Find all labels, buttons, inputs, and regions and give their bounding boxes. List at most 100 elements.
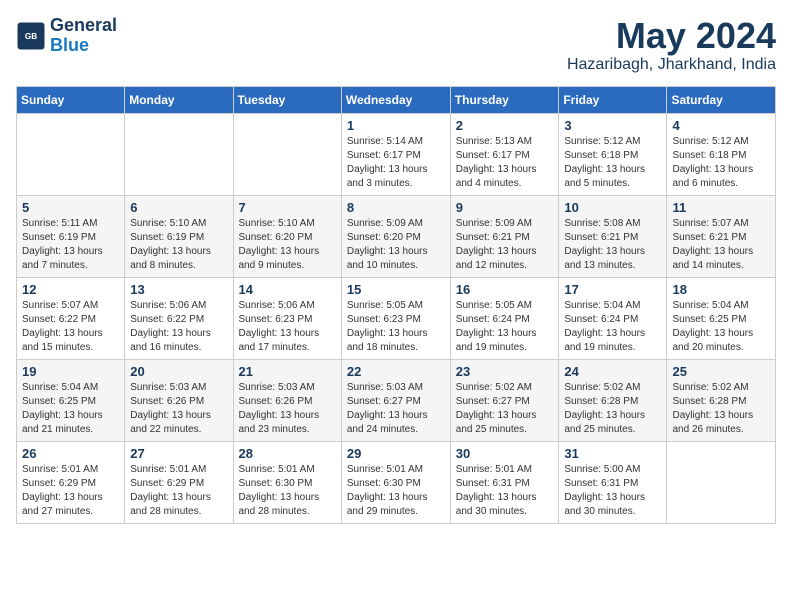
day-info: Sunrise: 5:07 AMSunset: 6:21 PMDaylight:…	[672, 217, 770, 273]
day-info: Sunrise: 5:12 AMSunset: 6:18 PMDaylight:…	[564, 135, 661, 191]
day-number: 24	[564, 364, 661, 379]
day-number: 20	[130, 364, 227, 379]
day-number: 16	[456, 282, 554, 297]
day-number: 31	[564, 446, 661, 461]
svg-text:GB: GB	[25, 32, 37, 41]
calendar-cell: 3 Sunrise: 5:12 AMSunset: 6:18 PMDaylight…	[559, 113, 667, 195]
day-number: 5	[22, 200, 119, 215]
day-info: Sunrise: 5:05 AMSunset: 6:24 PMDaylight:…	[456, 299, 554, 355]
day-info: Sunrise: 5:02 AMSunset: 6:27 PMDaylight:…	[456, 381, 554, 437]
day-number: 19	[22, 364, 119, 379]
day-number: 13	[130, 282, 227, 297]
title-area: May 2024 Hazaribagh, Jharkhand, India	[567, 16, 776, 74]
location-title: Hazaribagh, Jharkhand, India	[567, 56, 776, 74]
day-info: Sunrise: 5:04 AMSunset: 6:25 PMDaylight:…	[672, 299, 770, 355]
day-number: 8	[347, 200, 445, 215]
day-info: Sunrise: 5:00 AMSunset: 6:31 PMDaylight:…	[564, 463, 661, 519]
calendar-cell	[17, 113, 125, 195]
calendar-week-4: 19 Sunrise: 5:04 AMSunset: 6:25 PMDayligh…	[17, 359, 776, 441]
day-info: Sunrise: 5:01 AMSunset: 6:29 PMDaylight:…	[130, 463, 227, 519]
day-number: 15	[347, 282, 445, 297]
day-number: 27	[130, 446, 227, 461]
calendar-cell: 22 Sunrise: 5:03 AMSunset: 6:27 PMDayligh…	[341, 359, 450, 441]
day-header-wednesday: Wednesday	[341, 86, 450, 113]
calendar-cell: 28 Sunrise: 5:01 AMSunset: 6:30 PMDayligh…	[233, 441, 341, 523]
day-number: 10	[564, 200, 661, 215]
day-info: Sunrise: 5:03 AMSunset: 6:26 PMDaylight:…	[130, 381, 227, 437]
day-info: Sunrise: 5:03 AMSunset: 6:27 PMDaylight:…	[347, 381, 445, 437]
calendar-cell: 25Sunrise: 5:02 AMSunset: 6:28 PMDayligh…	[667, 359, 776, 441]
day-info: Sunrise: 5:01 AMSunset: 6:30 PMDaylight:…	[347, 463, 445, 519]
day-number: 21	[239, 364, 336, 379]
calendar-week-2: 5 Sunrise: 5:11 AMSunset: 6:19 PMDaylight…	[17, 195, 776, 277]
month-title: May 2024	[567, 16, 776, 56]
day-number: 14	[239, 282, 336, 297]
day-header-tuesday: Tuesday	[233, 86, 341, 113]
calendar-cell: 18 Sunrise: 5:04 AMSunset: 6:25 PMDayligh…	[667, 277, 776, 359]
day-header-sunday: Sunday	[17, 86, 125, 113]
calendar-header-row: SundayMondayTuesdayWednesdayThursdayFrid…	[17, 86, 776, 113]
calendar-cell: 14 Sunrise: 5:06 AMSunset: 6:23 PMDayligh…	[233, 277, 341, 359]
calendar-cell: 16 Sunrise: 5:05 AMSunset: 6:24 PMDayligh…	[450, 277, 559, 359]
day-info: Sunrise: 5:05 AMSunset: 6:23 PMDaylight:…	[347, 299, 445, 355]
calendar-cell: 31 Sunrise: 5:00 AMSunset: 6:31 PMDayligh…	[559, 441, 667, 523]
logo-icon: GB	[16, 21, 46, 51]
calendar-cell: 26 Sunrise: 5:01 AMSunset: 6:29 PMDayligh…	[17, 441, 125, 523]
day-number: 18	[672, 282, 770, 297]
day-info: Sunrise: 5:01 AMSunset: 6:29 PMDaylight:…	[22, 463, 119, 519]
day-number: 28	[239, 446, 336, 461]
day-info: Sunrise: 5:10 AMSunset: 6:20 PMDaylight:…	[239, 217, 336, 273]
day-info: Sunrise: 5:11 AMSunset: 6:19 PMDaylight:…	[22, 217, 119, 273]
day-number: 2	[456, 118, 554, 133]
day-info: Sunrise: 5:06 AMSunset: 6:22 PMDaylight:…	[130, 299, 227, 355]
calendar-week-3: 12Sunrise: 5:07 AMSunset: 6:22 PMDayligh…	[17, 277, 776, 359]
day-info: Sunrise: 5:04 AMSunset: 6:25 PMDaylight:…	[22, 381, 119, 437]
day-number: 6	[130, 200, 227, 215]
day-info: Sunrise: 5:01 AMSunset: 6:30 PMDaylight:…	[239, 463, 336, 519]
calendar-cell: 19 Sunrise: 5:04 AMSunset: 6:25 PMDayligh…	[17, 359, 125, 441]
calendar-cell: 7 Sunrise: 5:10 AMSunset: 6:20 PMDaylight…	[233, 195, 341, 277]
day-header-thursday: Thursday	[450, 86, 559, 113]
day-number: 30	[456, 446, 554, 461]
day-number: 3	[564, 118, 661, 133]
day-number: 26	[22, 446, 119, 461]
day-number: 23	[456, 364, 554, 379]
day-info: Sunrise: 5:13 AMSunset: 6:17 PMDaylight:…	[456, 135, 554, 191]
day-number: 1	[347, 118, 445, 133]
calendar-cell: 9 Sunrise: 5:09 AMSunset: 6:21 PMDaylight…	[450, 195, 559, 277]
calendar-cell: 29 Sunrise: 5:01 AMSunset: 6:30 PMDayligh…	[341, 441, 450, 523]
day-info: Sunrise: 5:02 AMSunset: 6:28 PMDaylight:…	[564, 381, 661, 437]
logo-text: General Blue	[50, 16, 117, 56]
calendar-cell: 8 Sunrise: 5:09 AMSunset: 6:20 PMDaylight…	[341, 195, 450, 277]
calendar-cell: 17Sunrise: 5:04 AMSunset: 6:24 PMDayligh…	[559, 277, 667, 359]
calendar-cell: 12Sunrise: 5:07 AMSunset: 6:22 PMDayligh…	[17, 277, 125, 359]
calendar-cell	[233, 113, 341, 195]
day-header-friday: Friday	[559, 86, 667, 113]
day-info: Sunrise: 5:03 AMSunset: 6:26 PMDaylight:…	[239, 381, 336, 437]
calendar-week-5: 26 Sunrise: 5:01 AMSunset: 6:29 PMDayligh…	[17, 441, 776, 523]
day-number: 25	[672, 364, 770, 379]
logo: GB General Blue	[16, 16, 117, 56]
calendar-cell	[125, 113, 233, 195]
day-number: 29	[347, 446, 445, 461]
day-number: 9	[456, 200, 554, 215]
day-number: 22	[347, 364, 445, 379]
calendar-cell: 10Sunrise: 5:08 AMSunset: 6:21 PMDayligh…	[559, 195, 667, 277]
calendar-cell: 5 Sunrise: 5:11 AMSunset: 6:19 PMDaylight…	[17, 195, 125, 277]
calendar-cell: 27 Sunrise: 5:01 AMSunset: 6:29 PMDayligh…	[125, 441, 233, 523]
day-info: Sunrise: 5:01 AMSunset: 6:31 PMDaylight:…	[456, 463, 554, 519]
day-info: Sunrise: 5:10 AMSunset: 6:19 PMDaylight:…	[130, 217, 227, 273]
day-number: 4	[672, 118, 770, 133]
calendar-week-1: 1 Sunrise: 5:14 AMSunset: 6:17 PMDaylight…	[17, 113, 776, 195]
calendar-cell: 11Sunrise: 5:07 AMSunset: 6:21 PMDayligh…	[667, 195, 776, 277]
day-header-monday: Monday	[125, 86, 233, 113]
calendar-cell: 24 Sunrise: 5:02 AMSunset: 6:28 PMDayligh…	[559, 359, 667, 441]
day-number: 7	[239, 200, 336, 215]
day-info: Sunrise: 5:09 AMSunset: 6:21 PMDaylight:…	[456, 217, 554, 273]
day-info: Sunrise: 5:04 AMSunset: 6:24 PMDaylight:…	[564, 299, 661, 355]
day-info: Sunrise: 5:09 AMSunset: 6:20 PMDaylight:…	[347, 217, 445, 273]
day-info: Sunrise: 5:14 AMSunset: 6:17 PMDaylight:…	[347, 135, 445, 191]
calendar-cell: 1 Sunrise: 5:14 AMSunset: 6:17 PMDaylight…	[341, 113, 450, 195]
day-info: Sunrise: 5:06 AMSunset: 6:23 PMDaylight:…	[239, 299, 336, 355]
day-info: Sunrise: 5:07 AMSunset: 6:22 PMDaylight:…	[22, 299, 119, 355]
